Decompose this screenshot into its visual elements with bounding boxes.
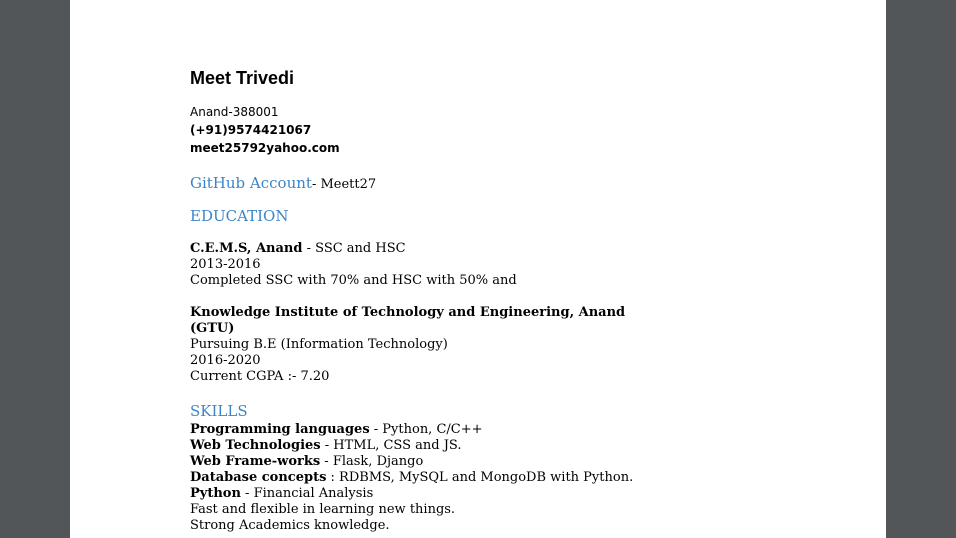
college-name-line2: (GTU) bbox=[190, 321, 235, 336]
education-entry-1-title: C.E.M.S, Anand - SSC and HSC bbox=[190, 241, 517, 257]
skill-label: Web Frame-works bbox=[190, 454, 321, 469]
pdf-viewer: Meet Trivedi Anand-388001 (+91)957442106… bbox=[0, 0, 956, 538]
phone: (+91)9574421067 bbox=[190, 123, 312, 137]
skill-label: Web Technologies bbox=[190, 438, 321, 453]
skill-value: - HTML, CSS and JS. bbox=[320, 438, 462, 453]
skill-value: : RDBMS, MySQL and MongoDB with Python. bbox=[326, 470, 634, 485]
github-row: GitHub Account- Meett27 bbox=[190, 174, 376, 193]
skill-item: Web Technologies - HTML, CSS and JS. bbox=[190, 438, 633, 454]
github-link[interactable]: GitHub Account bbox=[190, 174, 312, 192]
skill-value: - Financial Analysis bbox=[240, 486, 374, 501]
education-years: 2013-2016 bbox=[190, 257, 261, 272]
skill-label: Programming languages bbox=[190, 422, 370, 437]
education-entry-2: Knowledge Institute of Technology and En… bbox=[190, 305, 625, 385]
skill-value: - Python, C/C++ bbox=[369, 422, 483, 437]
address: Anand-388001 bbox=[190, 105, 279, 119]
skill-item: Python - Financial Analysis bbox=[190, 486, 633, 502]
email: meet25792yahoo.com bbox=[190, 141, 340, 155]
skill-item: Programming languages - Python, C/C++ bbox=[190, 422, 633, 438]
school-level: - SSC and HSC bbox=[302, 241, 406, 256]
college-name-line1: Knowledge Institute of Technology and En… bbox=[190, 305, 626, 320]
github-username: - Meett27 bbox=[311, 177, 377, 192]
skills-list: Programming languages - Python, C/C++ We… bbox=[190, 422, 633, 534]
skill-label: Python bbox=[190, 486, 241, 501]
skill-item: Web Frame-works - Flask, Django bbox=[190, 454, 633, 470]
education-entry-1: C.E.M.S, Anand - SSC and HSC 2013-2016 C… bbox=[190, 241, 517, 289]
education-heading: EDUCATION bbox=[190, 207, 289, 225]
skill-label: Database concepts bbox=[190, 470, 327, 485]
skill-extra: Fast and flexible in learning new things… bbox=[190, 502, 456, 517]
college-cgpa: Current CGPA :- 7.20 bbox=[190, 369, 330, 384]
skill-value: - Flask, Django bbox=[320, 454, 424, 469]
education-detail: Completed SSC with 70% and HSC with 50% … bbox=[190, 273, 517, 288]
resume-page: Meet Trivedi Anand-388001 (+91)957442106… bbox=[70, 0, 886, 538]
college-program: Pursuing B.E (Information Technology) bbox=[190, 337, 448, 352]
school-name: C.E.M.S, Anand bbox=[190, 241, 303, 256]
college-years: 2016-2020 bbox=[190, 353, 261, 368]
candidate-name: Meet Trivedi bbox=[190, 68, 295, 88]
skill-extra: Strong Academics knowledge. bbox=[190, 518, 390, 533]
skill-item: Database concepts : RDBMS, MySQL and Mon… bbox=[190, 470, 633, 486]
skills-heading: SKILLS bbox=[190, 402, 248, 420]
